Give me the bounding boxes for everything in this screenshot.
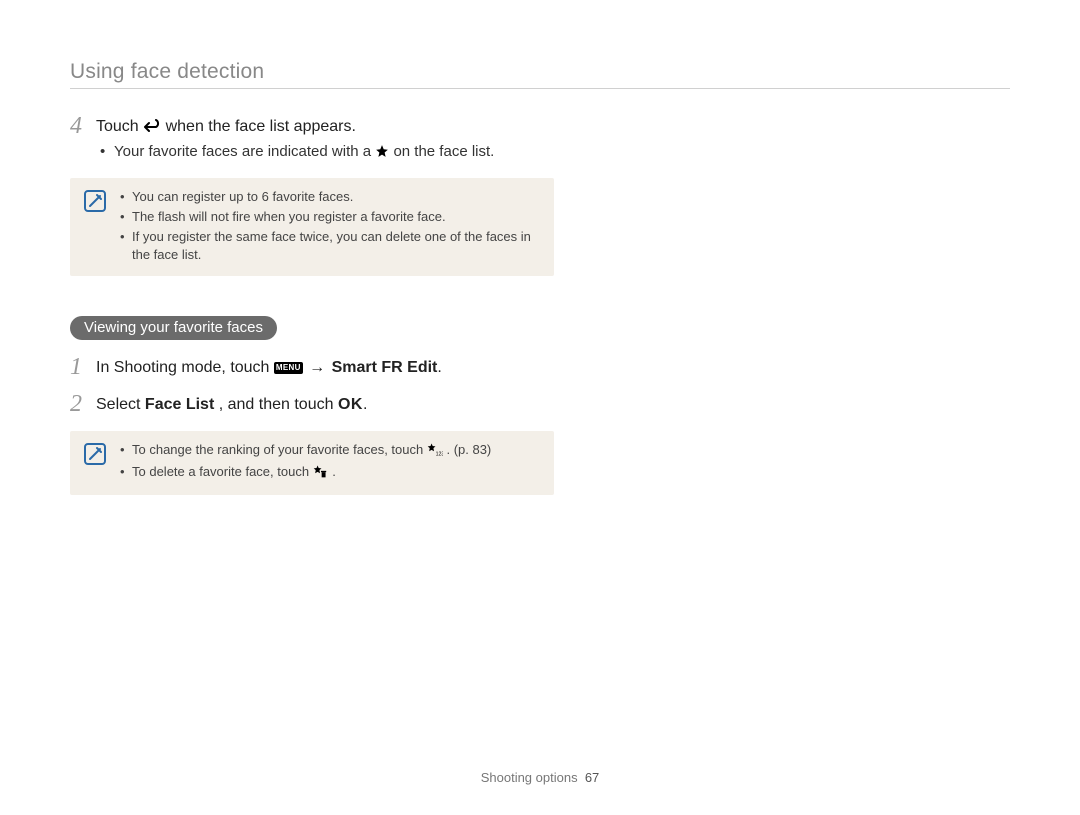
ok-icon: OK [338,396,363,413]
step2-period: . [363,396,367,413]
step-1: 1 In Shooting mode, touch MENU → Smart F… [70,354,560,380]
info1-item: If you register the same face twice, you… [120,228,542,266]
step2-bold1: Face List [145,396,214,413]
svg-text:123: 123 [435,451,442,456]
info-box-1: You can register up to 6 favorite faces.… [70,178,554,276]
back-arrow-icon [143,119,161,133]
step-4: 4 Touch when the face list appears. [70,113,560,139]
step-body: Touch when the face list appears. [96,113,356,139]
page-title: Using face detection [70,60,1010,84]
step1-text-before: In Shooting mode, touch [96,359,274,376]
star-icon [375,144,389,158]
info-list-2: To change the ranking of your favorite f… [120,441,491,485]
section-heading: Viewing your favorite faces [70,316,277,340]
content-column: 4 Touch when the face list appears. Your… [70,113,560,495]
step2-text-before: Select [96,396,145,413]
step-number: 4 [70,113,96,139]
star-delete-icon [313,465,329,484]
star-rank-icon: 123 [427,443,443,462]
note-icon [84,443,106,465]
step4-text-before: Touch [96,118,143,135]
step-number: 2 [70,391,96,417]
info-box-2: To change the ranking of your favorite f… [70,431,554,495]
sub-bullet-before: Your favorite faces are indicated with a [114,143,375,160]
info2-item2-after: . [332,464,336,479]
page-footer: Shooting options 67 [0,770,1080,785]
manual-page: Using face detection 4 Touch when the fa… [0,0,1080,815]
step1-bold: Smart FR Edit [332,359,438,376]
sub-bullet-after: on the face list. [393,143,494,160]
info2-item-1: To change the ranking of your favorite f… [120,441,491,462]
info2-item1-after: . (p. 83) [446,442,491,457]
info1-item: The flash will not fire when you registe… [120,208,542,227]
footer-section: Shooting options [481,770,578,785]
step-body: In Shooting mode, touch MENU → Smart FR … [96,354,442,380]
step2-text-mid: , and then touch [219,396,338,413]
menu-icon: MENU [274,362,303,374]
info2-item2-before: To delete a favorite face, touch [132,464,313,479]
info-list-1: You can register up to 6 favorite faces.… [120,188,542,266]
step4-sub-bullets: Your favorite faces are indicated with a… [100,141,560,164]
step-body: Select Face List , and then touch OK. [96,391,367,417]
step-number: 1 [70,354,96,380]
arrow-icon: → [307,356,327,380]
step-2: 2 Select Face List , and then touch OK. [70,391,560,417]
footer-page-number: 67 [585,770,599,785]
step1-period: . [437,359,441,376]
info1-item: You can register up to 6 favorite faces. [120,188,542,207]
info2-item1-before: To change the ranking of your favorite f… [132,442,427,457]
step4-sub-bullet: Your favorite faces are indicated with a… [100,141,560,164]
info2-item-2: To delete a favorite face, touch . [120,463,491,484]
note-icon [84,190,106,212]
step4-text-after: when the face list appears. [166,118,356,135]
title-rule [70,88,1010,89]
